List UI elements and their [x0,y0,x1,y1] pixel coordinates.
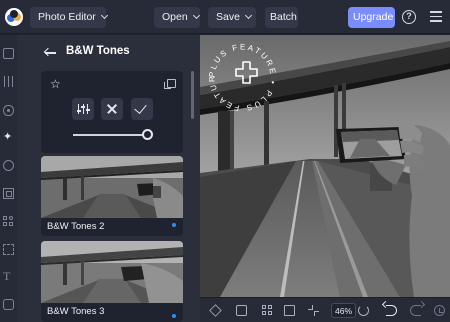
apply-button[interactable] [131,98,153,120]
reset-zoom-icon[interactable] [358,305,369,316]
back-arrow-icon[interactable] [43,47,56,58]
cancel-button[interactable] [101,98,123,120]
photo-editor-dropdown[interactable]: Photo Editor [30,7,108,28]
open-label: Open [162,11,188,23]
panel-title: B&W Tones [66,45,130,57]
frame-icon[interactable] [3,188,14,199]
texture-icon[interactable] [3,244,14,255]
premium-indicator-dot [172,223,176,227]
elements-icon[interactable] [3,216,14,227]
plus-icon [235,61,258,84]
thumbnail-label: B&W Tones 3 [47,306,105,317]
photo-editor-label: Photo Editor [38,11,96,23]
plus-feature-badge-text: PLUS FEATURE • PLUS FEATURE • [200,35,278,113]
premium-indicator-dot [172,314,176,318]
hamburger-menu-icon[interactable] [430,11,442,22]
redo-icon[interactable] [410,305,421,316]
fit-to-screen-icon[interactable] [284,305,295,316]
adjust-icon[interactable] [3,76,14,87]
chevron-down-icon [192,11,200,20]
chevron-down-icon [100,11,108,20]
undo-icon[interactable] [386,305,397,316]
plus-feature-badge: PLUS FEATURE • PLUS FEATURE • [200,35,278,113]
zoom-level[interactable]: 46% [331,303,357,318]
actual-size-icon[interactable] [308,305,319,316]
effect-thumbnail[interactable]: B&W Tones 3 [41,241,183,322]
save-label: Save [216,11,240,23]
top-bar: Photo Editor Open Save Batch Upgrade ? [0,0,450,34]
thumbnail-preview [41,156,183,218]
panel-scrollbar[interactable] [191,71,194,119]
favorite-star-icon[interactable]: ☆ [50,77,61,91]
tool-rail: ✦ T [0,35,17,322]
copy-icon[interactable] [164,79,176,89]
open-dropdown[interactable]: Open [154,7,200,28]
app-logo[interactable] [5,8,23,26]
effects-panel: B&W Tones ☆ B&W Tones 2 B&W Tones 3 [17,35,200,322]
upgrade-button[interactable]: Upgrade [348,7,395,28]
batch-button[interactable]: Batch [265,7,298,28]
history-icon[interactable] [434,305,445,316]
image-icon[interactable] [3,48,14,59]
paint-icon[interactable] [3,160,14,171]
intensity-slider-handle[interactable] [142,129,153,140]
intensity-slider-track[interactable] [73,134,148,136]
checkmark-icon [134,101,147,114]
bottom-toolbar: 46% [200,297,450,322]
adjust-settings-button[interactable] [72,98,94,120]
thumbnail-preview [41,241,183,303]
eye-icon[interactable] [3,105,14,116]
arrange-icon[interactable] [236,305,247,316]
thumbnail-label: B&W Tones 2 [47,221,105,232]
effects-icon[interactable]: ✦ [3,132,14,143]
layers-icon[interactable] [209,304,222,317]
grid-icon[interactable] [262,305,273,316]
chevron-down-icon [244,11,252,20]
active-effect-card: ☆ [41,71,183,153]
photo-canvas[interactable]: PLUS FEATURE • PLUS FEATURE • [200,35,450,297]
more-tools-icon[interactable] [3,299,14,310]
text-icon[interactable]: T [3,270,14,282]
effect-thumbnail[interactable]: B&W Tones 2 [41,156,183,236]
save-dropdown[interactable]: Save [208,7,256,28]
help-icon[interactable]: ? [402,10,416,24]
